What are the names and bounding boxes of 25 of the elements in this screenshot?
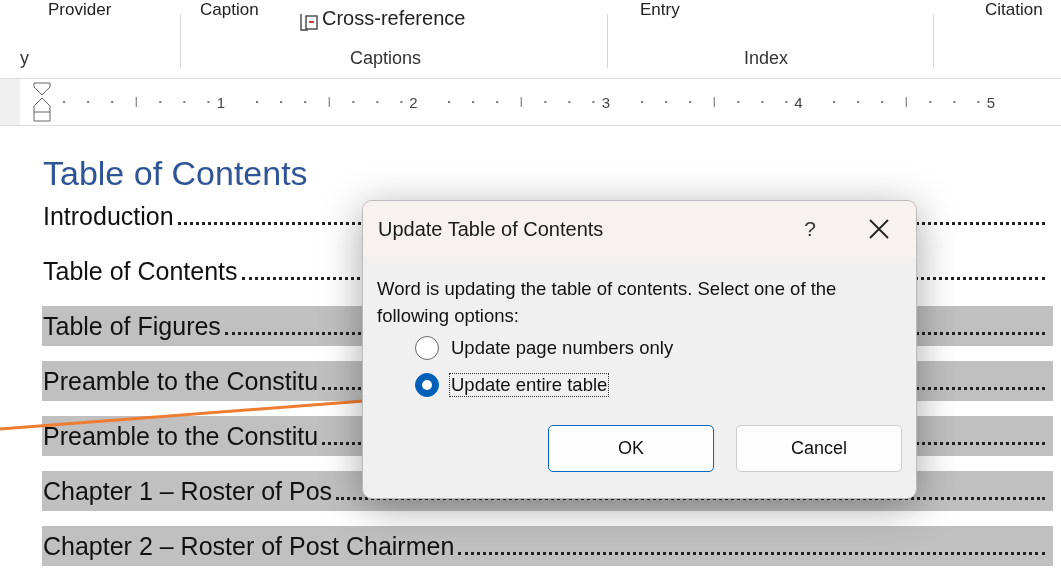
help-button[interactable]: ? — [790, 216, 830, 242]
ruler-number: 1 — [215, 93, 227, 111]
ruler-number: 4 — [793, 93, 804, 111]
ok-button[interactable]: OK — [548, 425, 714, 472]
ribbon-button-label[interactable]: Caption — [200, 0, 259, 20]
document-heading: Table of Contents — [43, 153, 309, 194]
ribbon-button-label[interactable]: Citation — [985, 0, 1043, 20]
ruler-number: 3 — [600, 93, 612, 111]
ruler-number: 5 — [985, 93, 997, 111]
ribbon-button[interactable]: Cross-reference — [322, 8, 466, 28]
highlighted-toc-entry: Chapter 2 – Roster of Post Chairmen — [42, 526, 1053, 566]
ribbon-group-label: y — [20, 48, 29, 69]
ribbon-button-label[interactable]: Provider — [48, 0, 112, 20]
cancel-button[interactable]: Cancel — [736, 425, 902, 472]
radio-button[interactable] — [415, 335, 439, 360]
dialog-title: Update Table of Contents — [378, 217, 605, 241]
ruler[interactable]: 1 2 3 4 5 — [20, 79, 1061, 125]
ribbon-button-label[interactable]: Entry — [640, 0, 680, 20]
radio-button[interactable] — [415, 372, 439, 397]
close-icon — [868, 218, 890, 240]
ribbon-group-label: Captions — [350, 48, 422, 69]
indent-marker-icon[interactable] — [32, 81, 52, 123]
ruler-number: 2 — [408, 93, 419, 111]
radio-label[interactable]: Update entire table — [449, 372, 610, 397]
ribbon-group-label: Index — [744, 48, 789, 69]
